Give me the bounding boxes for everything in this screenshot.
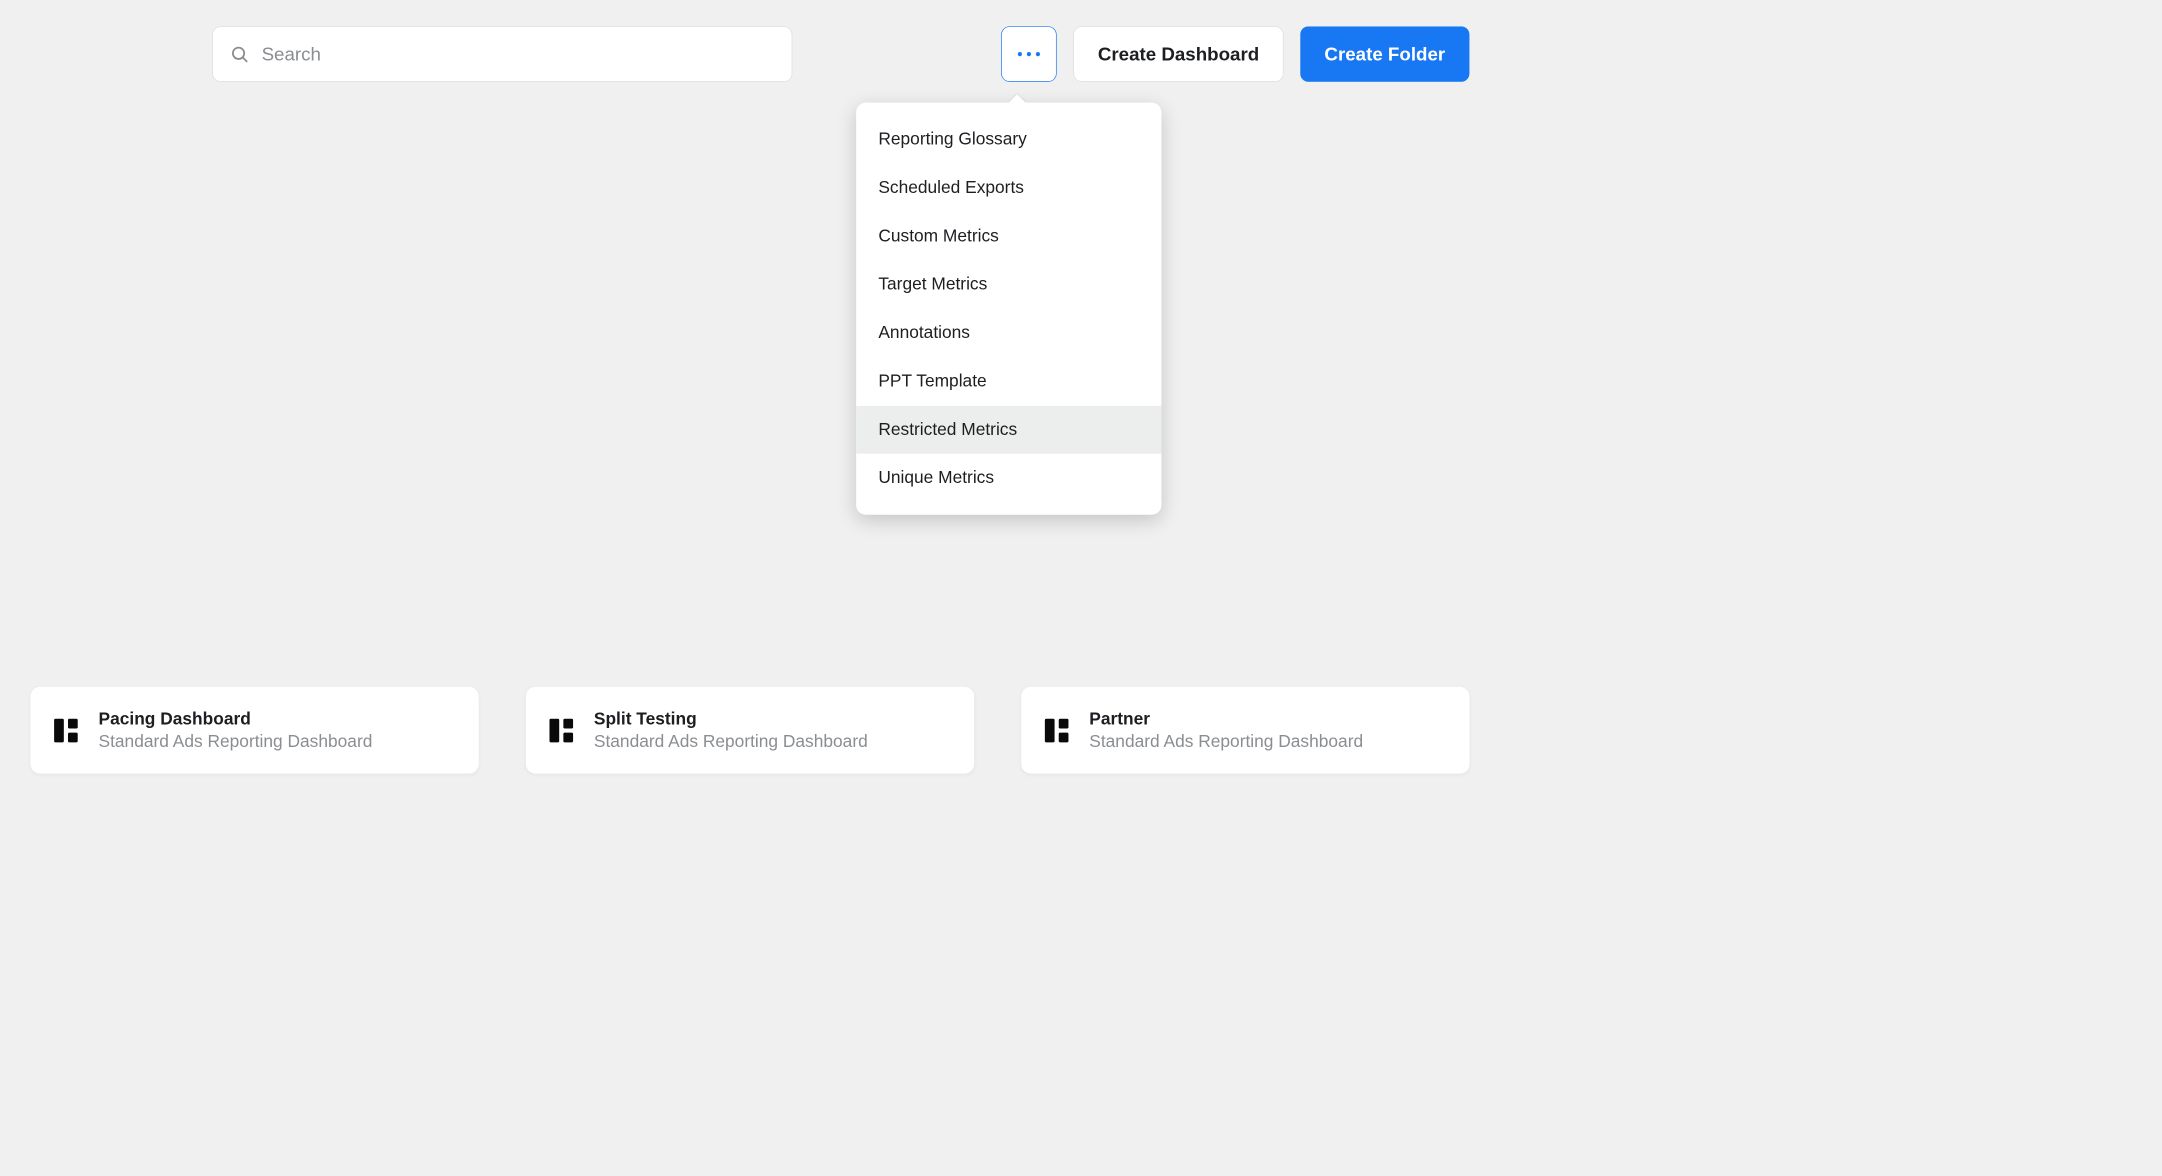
dashboard-icon	[54, 718, 78, 742]
search-field-wrap[interactable]	[212, 26, 792, 82]
search-input[interactable]	[262, 43, 775, 65]
more-menu-item[interactable]: Scheduled Exports	[856, 164, 1161, 212]
more-options-button[interactable]	[1001, 26, 1057, 82]
more-menu-item[interactable]: Target Metrics	[856, 260, 1161, 308]
more-menu-item[interactable]: Annotations	[856, 309, 1161, 357]
create-folder-button[interactable]: Create Folder	[1300, 26, 1469, 82]
more-options-menu: Reporting GlossaryScheduled ExportsCusto…	[856, 103, 1161, 515]
dashboard-card-text: Pacing DashboardStandard Ads Reporting D…	[99, 708, 373, 753]
dashboard-card-title: Partner	[1089, 708, 1363, 731]
dashboard-card-title: Split Testing	[594, 708, 868, 731]
dashboard-card-subtitle: Standard Ads Reporting Dashboard	[1089, 730, 1363, 753]
dashboard-cards-row: Pacing DashboardStandard Ads Reporting D…	[31, 687, 1470, 774]
more-menu-item[interactable]: Custom Metrics	[856, 212, 1161, 260]
search-icon	[230, 44, 249, 63]
more-menu-item[interactable]: PPT Template	[856, 357, 1161, 405]
dashboard-card-text: Split TestingStandard Ads Reporting Dash…	[594, 708, 868, 753]
top-toolbar: Create Dashboard Create Folder	[0, 0, 1500, 82]
dashboard-card[interactable]: PartnerStandard Ads Reporting Dashboard	[1021, 687, 1469, 774]
more-menu-item[interactable]: Reporting Glossary	[856, 115, 1161, 163]
more-menu-item[interactable]: Unique Metrics	[856, 454, 1161, 502]
dashboard-card-title: Pacing Dashboard	[99, 708, 373, 731]
dashboard-card-text: PartnerStandard Ads Reporting Dashboard	[1089, 708, 1363, 753]
dashboard-card[interactable]: Pacing DashboardStandard Ads Reporting D…	[31, 687, 479, 774]
dashboard-icon	[549, 718, 573, 742]
dashboard-card-subtitle: Standard Ads Reporting Dashboard	[594, 730, 868, 753]
more-menu-item[interactable]: Restricted Metrics	[856, 406, 1161, 454]
dashboard-card-subtitle: Standard Ads Reporting Dashboard	[99, 730, 373, 753]
dashboard-card[interactable]: Split TestingStandard Ads Reporting Dash…	[526, 687, 974, 774]
more-icon	[1018, 52, 1040, 56]
create-dashboard-button[interactable]: Create Dashboard	[1074, 26, 1284, 82]
dashboard-icon	[1045, 718, 1069, 742]
